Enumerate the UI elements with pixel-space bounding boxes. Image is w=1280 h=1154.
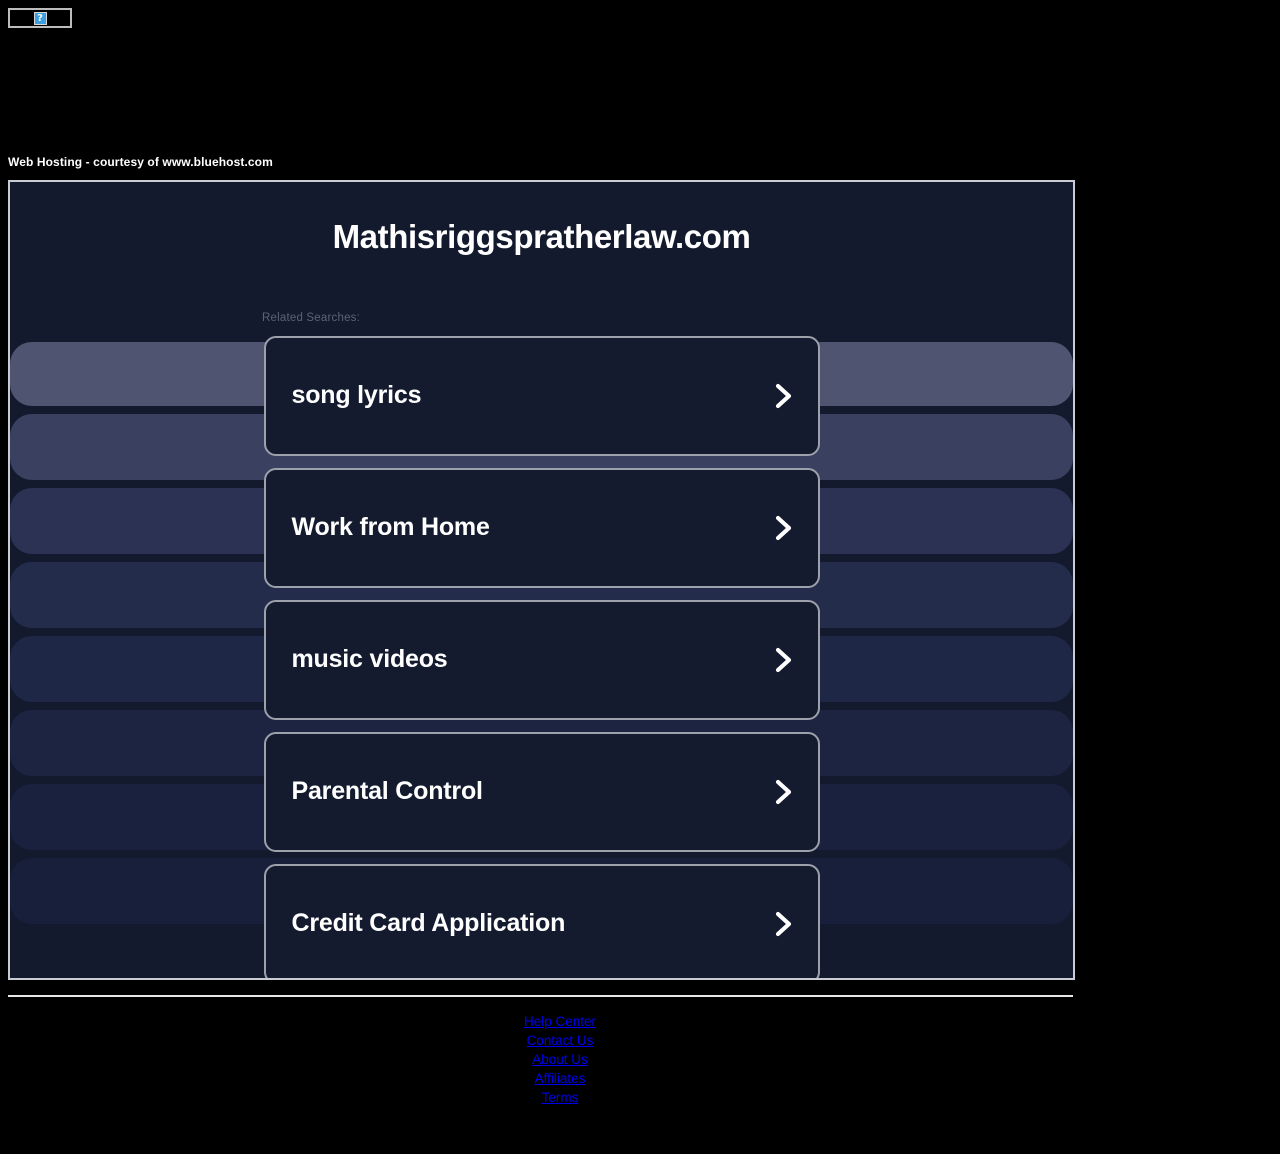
related-search-card[interactable]: Parental Control xyxy=(263,732,820,852)
related-search-card[interactable]: music videos xyxy=(263,600,820,720)
related-search-label: Credit Card Application xyxy=(291,909,566,938)
broken-image-icon: ? xyxy=(33,11,47,25)
host-credit-text: Web Hosting - courtesy of www.bluehost.c… xyxy=(8,155,273,169)
related-search-card[interactable]: Work from Home xyxy=(263,468,820,588)
related-search-label: Work from Home xyxy=(291,513,490,542)
chevron-right-icon xyxy=(775,647,791,673)
footer-link[interactable]: About Us xyxy=(8,1050,1112,1069)
related-searches-label: Related Searches: xyxy=(262,312,361,324)
chevron-right-icon xyxy=(775,911,791,937)
footer-links: Help Center Contact Us About Us Affiliates T… xyxy=(8,1012,1112,1107)
page-title: Mathisriggspratherlaw.com xyxy=(332,218,751,255)
footer-divider xyxy=(8,995,1073,997)
related-searches-list: song lyrics Work from Home music videos Par… xyxy=(10,336,1073,978)
chevron-right-icon xyxy=(775,779,791,805)
related-search-label: song lyrics xyxy=(291,381,422,410)
parked-domain-panel: Mathisriggspratherlaw.com Related Search… xyxy=(8,180,1075,980)
footer-link[interactable]: Help Center xyxy=(8,1012,1112,1031)
chevron-right-icon xyxy=(775,383,791,409)
related-search-label: music videos xyxy=(291,645,448,674)
footer-link[interactable]: Affiliates xyxy=(8,1069,1112,1088)
broken-image-placeholder: ? xyxy=(8,8,72,28)
footer-link[interactable]: Terms xyxy=(8,1088,1112,1107)
related-search-card[interactable]: song lyrics xyxy=(263,336,820,456)
chevron-right-icon xyxy=(775,515,791,541)
footer-link[interactable]: Contact Us xyxy=(8,1031,1112,1050)
related-search-label: Parental Control xyxy=(291,777,483,806)
related-search-card[interactable]: Credit Card Application xyxy=(263,864,820,978)
